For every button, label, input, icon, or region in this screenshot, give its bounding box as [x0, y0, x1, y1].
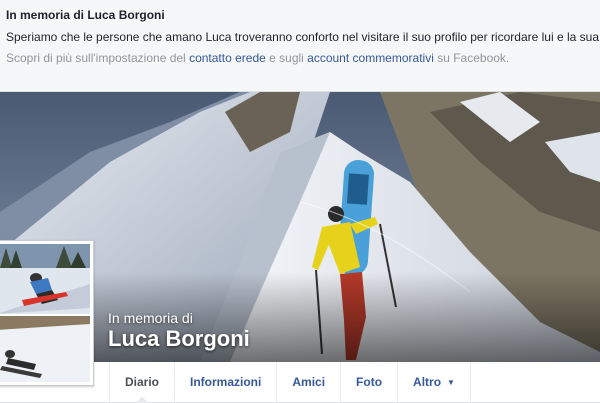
learn-more-prefix: Scopri di più sull'impostazione del	[6, 51, 190, 65]
active-tab-pointer	[136, 397, 148, 403]
tab-about[interactable]: Informazioni	[174, 362, 276, 403]
banner-message: Speriamo che le persone che amano Luca t…	[6, 30, 600, 44]
tab-label: Foto	[356, 375, 383, 389]
tab-friends[interactable]: Amici	[276, 362, 340, 403]
memorial-banner: In memoria di Luca Borgoni Speriamo che …	[0, 0, 600, 92]
learn-more-middle: e sugli	[265, 51, 308, 65]
caret-down-icon: ▼	[447, 378, 455, 387]
tab-more[interactable]: Altro ▼	[397, 362, 471, 403]
tab-timeline[interactable]: Diario	[109, 362, 174, 403]
legacy-contact-link[interactable]: contatto erede	[189, 51, 266, 65]
profile-tabs: Diario Informazioni Amici Foto Altro ▼	[109, 362, 471, 403]
tab-label: Amici	[292, 375, 326, 389]
profile-picture[interactable]	[0, 240, 94, 386]
tab-label: Informazioni	[190, 375, 262, 389]
tab-photos[interactable]: Foto	[340, 362, 397, 403]
profile-picture-image	[0, 244, 90, 382]
banner-title: In memoria di Luca Borgoni	[6, 8, 165, 22]
profile-name[interactable]: Luca Borgoni	[108, 326, 250, 352]
memorial-label: In memoria di	[108, 310, 193, 326]
tab-label: Diario	[125, 375, 160, 389]
tab-label: Altro	[413, 375, 442, 389]
memorialized-accounts-link[interactable]: account commemorativi	[307, 51, 434, 65]
banner-learn-more: Scopri di più sull'impostazione del cont…	[6, 51, 594, 65]
learn-more-suffix: su Facebook.	[433, 51, 510, 65]
